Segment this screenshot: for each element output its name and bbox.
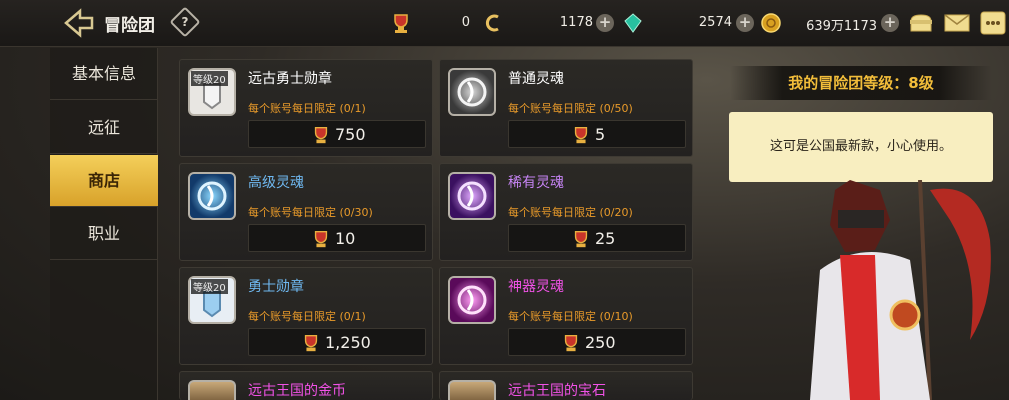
top-bar: 冒险团 ? 0 1178 + 2574 + 639万1173 + xyxy=(0,0,1009,47)
trophy-icon xyxy=(574,231,588,248)
trophy-icon xyxy=(574,127,588,144)
normal-soul-icon xyxy=(448,68,496,116)
item-limit: 每个账号每日限定 (0/30) xyxy=(248,206,373,219)
artifact-soul-icon xyxy=(448,276,496,324)
price-button[interactable]: 1,250 xyxy=(248,328,426,356)
shop-item[interactable]: 等级20 勇士勋章 每个账号每日限定 (0/1) 1,250 xyxy=(179,267,433,365)
item-name: 稀有灵魂 xyxy=(508,175,564,191)
price-button[interactable]: 10 xyxy=(248,224,426,252)
item-name: 远古王国的金币 xyxy=(248,383,346,399)
item-price: 5 xyxy=(595,125,606,144)
npc-dialog: 这可是公国最新款，小心使用。 xyxy=(729,112,993,182)
help-button[interactable]: ? xyxy=(169,6,201,38)
item-limit: 每个账号每日限定 (0/20) xyxy=(508,206,633,219)
rare-soul-icon xyxy=(448,172,496,220)
item-price: 1,250 xyxy=(325,333,371,352)
medal-icon: 等级20 xyxy=(188,68,236,116)
npc-character xyxy=(810,180,991,400)
coin-c-icon xyxy=(485,14,499,32)
price-button[interactable]: 250 xyxy=(508,328,686,356)
back-button[interactable] xyxy=(62,8,96,38)
gold-coin-icon xyxy=(761,13,781,33)
item-name: 高级灵魂 xyxy=(248,175,304,191)
trophy-icon xyxy=(394,14,408,33)
sidebar: 基本信息 远征 商店 职业 xyxy=(50,48,158,400)
item-name: 普通灵魂 xyxy=(508,71,564,87)
price-button[interactable]: 750 xyxy=(248,120,426,148)
shop-item[interactable]: 高级灵魂 每个账号每日限定 (0/30) 10 xyxy=(179,163,433,261)
sidebar-item-expedition[interactable]: 远征 xyxy=(50,102,158,154)
add-gem-button[interactable]: + xyxy=(736,14,754,32)
add-gold-button[interactable]: + xyxy=(881,14,899,32)
sidebar-item-basic-info[interactable]: 基本信息 xyxy=(50,48,158,100)
currency-value: 639万1173 xyxy=(806,19,877,34)
item-limit: 每个账号每日限定 (0/50) xyxy=(508,102,633,115)
adventure-team-level: 我的冒险团等级：8级 xyxy=(730,66,992,100)
advanced-soul-icon xyxy=(188,172,236,220)
shop-item[interactable]: 稀有灵魂 每个账号每日限定 (0/20) 25 xyxy=(439,163,693,261)
sidebar-item-shop[interactable]: 商店 xyxy=(50,155,158,207)
currency-trophy: 0 xyxy=(415,12,470,36)
question-icon: ? xyxy=(181,15,189,29)
shop-item[interactable]: 神器灵魂 每个账号每日限定 (0/10) 250 xyxy=(439,267,693,365)
currency-value: 2574 xyxy=(698,15,732,30)
shop-item[interactable]: 普通灵魂 每个账号每日限定 (0/50) 5 xyxy=(439,59,693,157)
currency-coin: 1178 xyxy=(520,12,593,36)
item-limit: 每个账号每日限定 (0/10) xyxy=(508,310,633,323)
trophy-icon xyxy=(564,335,578,352)
currency-value: 1178 xyxy=(559,15,593,30)
shop-item[interactable]: 远古王国的金币 xyxy=(179,371,433,400)
shop-item[interactable]: 远古王国的宝石 xyxy=(439,371,693,400)
trophy-icon xyxy=(304,335,318,352)
item-price: 10 xyxy=(335,229,356,248)
shop-item[interactable]: 等级20 远古勇士勋章 每个账号每日限定 (0/1) 750 xyxy=(179,59,433,157)
ancient-gold-coin-icon xyxy=(188,380,236,400)
item-name: 神器灵魂 xyxy=(508,279,564,295)
menu-icon[interactable] xyxy=(980,11,1006,35)
item-price: 25 xyxy=(595,229,616,248)
item-limit: 每个账号每日限定 (0/1) xyxy=(248,102,366,115)
currency-value: 0 xyxy=(461,15,470,30)
bag-icon[interactable] xyxy=(908,12,934,34)
item-price: 250 xyxy=(585,333,616,352)
page-title: 冒险团 xyxy=(104,16,155,36)
ancient-gem-icon xyxy=(448,380,496,400)
medal-icon: 等级20 xyxy=(188,276,236,324)
price-button[interactable]: 25 xyxy=(508,224,686,252)
add-coin-button[interactable]: + xyxy=(596,14,614,32)
item-name: 远古王国的宝石 xyxy=(508,383,606,399)
back-arrow-icon xyxy=(64,8,94,38)
item-name: 勇士勋章 xyxy=(248,279,304,295)
level-badge: 等级20 xyxy=(191,71,228,86)
currency-gem: 2574 xyxy=(660,12,732,36)
item-price: 750 xyxy=(335,125,366,144)
trophy-icon xyxy=(314,127,328,144)
sidebar-item-job[interactable]: 职业 xyxy=(50,208,158,260)
item-name: 远古勇士勋章 xyxy=(248,71,332,87)
level-badge: 等级20 xyxy=(191,279,228,294)
gem-icon xyxy=(624,13,642,33)
trophy-icon xyxy=(314,231,328,248)
mail-icon[interactable] xyxy=(944,13,970,33)
item-limit: 每个账号每日限定 (0/1) xyxy=(248,310,366,323)
price-button[interactable]: 5 xyxy=(508,120,686,148)
currency-gold: 639万1173 xyxy=(800,12,877,36)
